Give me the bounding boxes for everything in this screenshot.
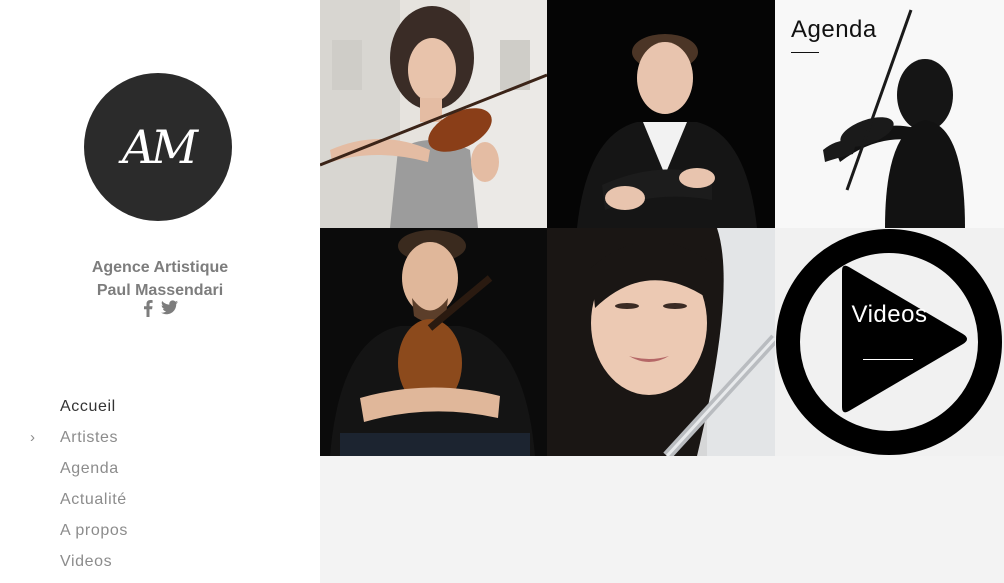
videos-tile[interactable]: Videos [775, 228, 1004, 456]
agenda-tile-label: Agenda [791, 16, 877, 43]
nav-item-videos[interactable]: Videos [60, 551, 128, 582]
agency-name-line2: Paul Massendari [96, 282, 224, 299]
play-icon [775, 228, 1004, 456]
pianist-photo [547, 0, 775, 228]
videos-underline [863, 359, 913, 360]
agency-name-line1: Agence Artistique [91, 259, 229, 276]
agency-logo[interactable]: AM [84, 73, 232, 221]
social-links [0, 300, 320, 317]
nav-item-actualite[interactable]: Actualité [60, 489, 128, 520]
facebook-icon[interactable] [143, 300, 153, 317]
artist-tile-violinist-2[interactable] [320, 228, 547, 456]
nav-item-a-propos[interactable]: A propos [60, 520, 128, 551]
logo-monogram: AM [121, 120, 198, 174]
artist-tile-violinist-1[interactable] [320, 0, 547, 228]
agenda-underline [791, 52, 819, 53]
nav-item-agenda[interactable]: Agenda [60, 458, 128, 489]
agency-name: Agence Artistique Paul Massendari [0, 256, 320, 302]
videos-tile-label: Videos [851, 301, 928, 328]
agenda-tile[interactable]: Agenda [775, 0, 1004, 228]
violinist-man-photo [320, 228, 547, 456]
twitter-icon[interactable] [160, 300, 178, 317]
flutist-photo [547, 228, 775, 456]
nav-submenu-arrow[interactable]: › [30, 429, 35, 446]
nav-item-artistes[interactable]: Artistes [60, 427, 128, 458]
nav-item-accueil[interactable]: Accueil [60, 396, 128, 427]
violinist-photo [320, 0, 547, 228]
artist-tile-flutist[interactable] [547, 228, 775, 456]
artist-tile-pianist[interactable] [547, 0, 775, 228]
sidebar: AM Agence Artistique Paul Massendari › A… [0, 0, 320, 583]
main-nav: Accueil Artistes Agenda Actualité A prop… [60, 396, 128, 582]
